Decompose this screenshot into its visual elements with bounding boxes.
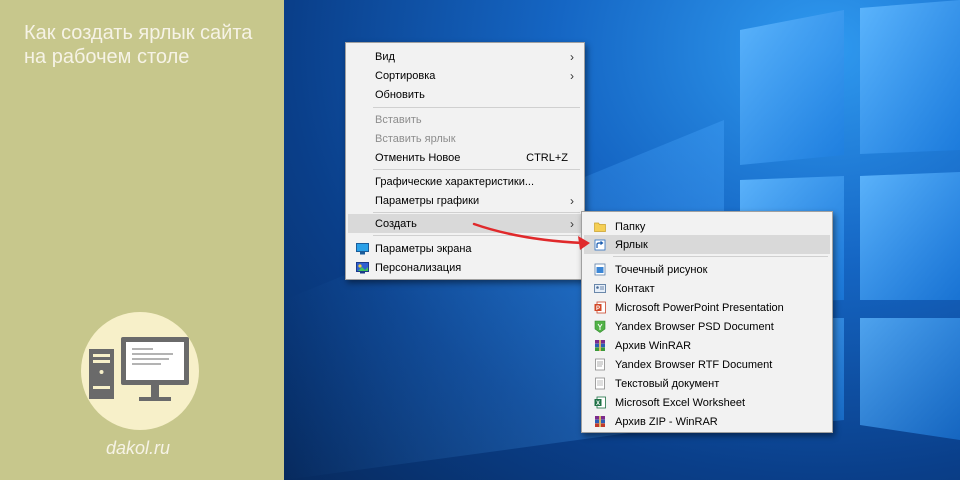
menu-separator [613,256,828,257]
menu-item-refresh[interactable]: Обновить [348,85,582,104]
chevron-right-icon: › [570,216,574,231]
menu-item-label: Обновить [375,88,425,101]
menu-item-label: Архив WinRAR [615,339,692,352]
chevron-right-icon: › [570,193,574,208]
winrar-icon [595,340,605,351]
yandex-rtf-icon [595,358,605,371]
submenu-item-yandex-rtf[interactable]: Yandex Browser RTF Document [584,355,830,374]
personalize-icon [356,261,369,273]
svg-text:P: P [596,306,600,312]
submenu-item-shortcut[interactable]: Ярлык [584,235,830,254]
keyboard-shortcut: CTRL+Z [526,151,568,164]
menu-item-label: Microsoft Excel Worksheet [615,396,746,409]
menu-separator [373,235,580,236]
menu-item-paste[interactable]: Вставить [348,110,582,129]
menu-item-label: Точечный рисунок [615,263,708,276]
shortcut-icon [594,239,606,251]
submenu-item-contact[interactable]: Контакт [584,279,830,298]
create-submenu: Папку Ярлык Точечный рисунок Контакт P M… [581,211,833,433]
submenu-item-text-document[interactable]: Текстовый документ [584,374,830,393]
menu-item-label: Контакт [615,282,655,295]
menu-item-label: Архив ZIP - WinRAR [615,415,718,428]
submenu-item-folder[interactable]: Папку [584,217,830,236]
menu-item-personalize[interactable]: Персонализация [348,258,582,277]
powerpoint-icon: P [594,301,606,314]
desktop-context-menu: Вид › Сортировка › Обновить Вставить Вст… [345,42,585,280]
article-title: Как создать ярлык сайта на рабочем столе [24,22,253,68]
menu-item-label: Вставить ярлык [375,132,456,145]
menu-item-label: Папку [615,220,646,233]
submenu-item-yandex-psd[interactable]: Yandex Browser PSD Document [584,317,830,336]
menu-item-label: Yandex Browser PSD Document [615,320,774,333]
contact-icon [594,284,606,293]
logo-badge [81,312,199,430]
menu-item-label: Yandex Browser RTF Document [615,358,773,371]
submenu-item-powerpoint[interactable]: P Microsoft PowerPoint Presentation [584,298,830,317]
menu-item-label: Ярлык [615,238,648,251]
menu-item-paste-shortcut[interactable]: Вставить ярлык [348,129,582,148]
display-settings-icon [356,242,369,254]
submenu-item-bitmap[interactable]: Точечный рисунок [584,260,830,279]
menu-item-undo-new[interactable]: Отменить Новое CTRL+Z [348,148,582,167]
menu-item-label: Параметры экрана [375,242,472,255]
submenu-item-zip-winrar[interactable]: Архив ZIP - WinRAR [584,412,830,431]
menu-item-label: Вставить [375,113,422,126]
menu-item-graphics-options[interactable]: Параметры графики › [348,191,582,210]
menu-item-label: Создать [375,217,417,230]
menu-separator [373,107,580,108]
chevron-right-icon: › [570,49,574,64]
computer-icon [89,337,189,401]
menu-item-create[interactable]: Создать › [348,214,582,233]
site-name: dakol.ru [106,438,171,458]
yandex-psd-icon [594,320,606,333]
submenu-item-excel[interactable]: X Microsoft Excel Worksheet [584,393,830,412]
menu-item-label: Графические характеристики... [375,175,535,188]
bitmap-icon [594,263,606,276]
menu-item-graphics-properties[interactable]: Графические характеристики... [348,172,582,191]
menu-separator [373,169,580,170]
menu-item-label: Вид [375,50,395,63]
menu-item-label: Текстовый документ [615,377,720,390]
menu-item-label: Microsoft PowerPoint Presentation [615,301,784,314]
menu-item-display-settings[interactable]: Параметры экрана [348,239,582,258]
excel-icon: X [594,396,606,409]
menu-item-label: Отменить Новое [375,151,461,164]
menu-item-label: Сортировка [375,69,436,82]
menu-separator [373,212,580,213]
menu-item-label: Параметры графики [375,194,480,207]
chevron-right-icon: › [570,68,574,83]
text-document-icon [595,377,605,390]
menu-item-view[interactable]: Вид › [348,47,582,66]
info-panel: Как создать ярлык сайта на рабочем столе… [0,0,284,480]
menu-item-sort[interactable]: Сортировка › [348,66,582,85]
svg-text:X: X [596,401,600,407]
zip-winrar-icon [595,416,605,427]
menu-item-label: Персонализация [375,261,462,274]
folder-icon [594,222,606,232]
submenu-item-winrar[interactable]: Архив WinRAR [584,336,830,355]
